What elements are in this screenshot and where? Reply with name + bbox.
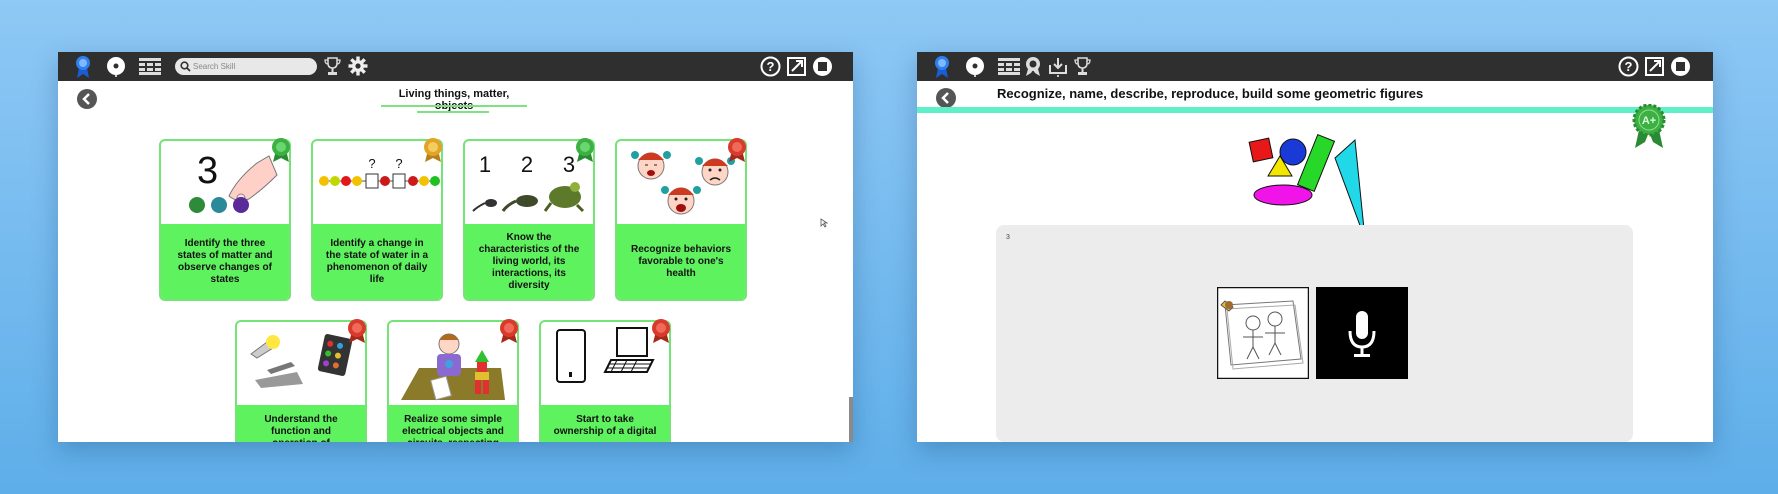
help-icon[interactable]: ? — [760, 56, 781, 77]
title-underline-short — [417, 111, 489, 113]
skill-card-states-of-matter[interactable]: 3 Identify the three states of matter an… — [159, 139, 291, 301]
svg-text:?: ? — [767, 59, 775, 74]
skill-card-label: Recognize behaviors favorable to one's h… — [617, 224, 745, 299]
back-button[interactable] — [77, 89, 97, 109]
ribbon-badge-red-icon — [500, 319, 518, 343]
search-box — [175, 58, 317, 75]
skill-card-water-change[interactable]: ? ? Identify a change in the state of wa… — [311, 139, 443, 301]
circle-shape — [1279, 138, 1307, 166]
stop-icon[interactable] — [812, 56, 833, 77]
skill-card-label: Understand the function and operation of… — [237, 405, 365, 442]
question-mark: ? — [395, 156, 402, 171]
grid-menu-icon[interactable] — [139, 58, 161, 75]
skill-card-living-world[interactable]: 1 2 3 Know the characteristics of the li… — [463, 139, 595, 301]
grade-badge-text: A+ — [1642, 115, 1656, 127]
exercise-title: Recognize, name, describe, reproduce, bu… — [997, 86, 1424, 101]
award-icon[interactable] — [1024, 56, 1042, 77]
search-input[interactable] — [193, 58, 311, 75]
chevron-left-icon — [941, 92, 949, 104]
skill-card-label: Identify the three states of matter and … — [161, 224, 289, 299]
count-label: 1 — [479, 152, 491, 177]
help-icon[interactable]: ? — [1618, 56, 1639, 77]
ribbon-badge-green-icon — [272, 138, 290, 162]
toolbar: ? — [58, 52, 853, 81]
question-number: 3 — [1006, 234, 1010, 241]
search-icon — [180, 61, 191, 72]
ribbon-badge-green-icon — [576, 138, 594, 162]
fullscreen-icon[interactable] — [1645, 57, 1664, 76]
fullscreen-icon[interactable] — [787, 57, 806, 76]
skill-card-label: Realize some simple electrical objects a… — [389, 405, 517, 442]
square-shape — [1248, 137, 1274, 163]
skill-card-label: Know the characteristics of the living w… — [465, 224, 593, 299]
ribbon-badge-red-icon — [652, 319, 670, 343]
disc-icon[interactable] — [965, 56, 985, 77]
answer-panel: 3 — [996, 225, 1633, 442]
svg-text:?: ? — [1625, 59, 1633, 74]
face-crying — [631, 151, 671, 180]
count-label: 2 — [521, 152, 533, 177]
grid-menu-icon[interactable] — [998, 58, 1020, 75]
page-title: Living things, matter, objects — [398, 88, 510, 112]
progress-band — [917, 107, 1713, 113]
ribbon-badge-red-icon — [728, 138, 746, 162]
ribbon-badge-red-icon — [348, 319, 366, 343]
skill-card-label: Start to take ownership of a digital — [541, 405, 669, 442]
toolbar: ? — [917, 52, 1713, 81]
skill-card-health-behaviors[interactable]: Recognize behaviors favorable to one's h… — [615, 139, 747, 301]
ellipse-shape — [1253, 184, 1313, 206]
back-button[interactable] — [936, 88, 956, 108]
ribbon-logo-icon[interactable] — [74, 55, 92, 79]
disc-icon[interactable] — [106, 56, 126, 77]
number-label: 3 — [197, 150, 218, 192]
drawing-tile[interactable] — [1217, 287, 1309, 379]
ribbon-logo-icon[interactable] — [933, 55, 951, 79]
download-icon[interactable] — [1048, 56, 1068, 77]
stop-icon[interactable] — [1670, 56, 1691, 77]
face-shouting — [661, 186, 701, 215]
title-underline — [381, 105, 527, 107]
chevron-left-icon — [82, 93, 90, 105]
trophy-icon[interactable] — [324, 57, 341, 76]
ribbon-badge-gold-icon — [424, 138, 442, 162]
exercise-window: ? Recognize, name, describe, reproduce, … — [917, 52, 1713, 442]
question-mark: ? — [368, 156, 375, 171]
scrollbar-thumb[interactable] — [849, 397, 853, 442]
trophy-icon[interactable] — [1074, 57, 1091, 76]
grade-badge: A+ — [1632, 104, 1666, 148]
skills-window: ? Living things, matter, objects 3 Ident… — [58, 52, 853, 442]
microphone-tile[interactable] — [1316, 287, 1408, 379]
skill-card-label: Identify a change in the state of water … — [313, 224, 441, 299]
gear-icon[interactable] — [348, 56, 368, 76]
mouse-cursor-icon — [820, 218, 828, 228]
